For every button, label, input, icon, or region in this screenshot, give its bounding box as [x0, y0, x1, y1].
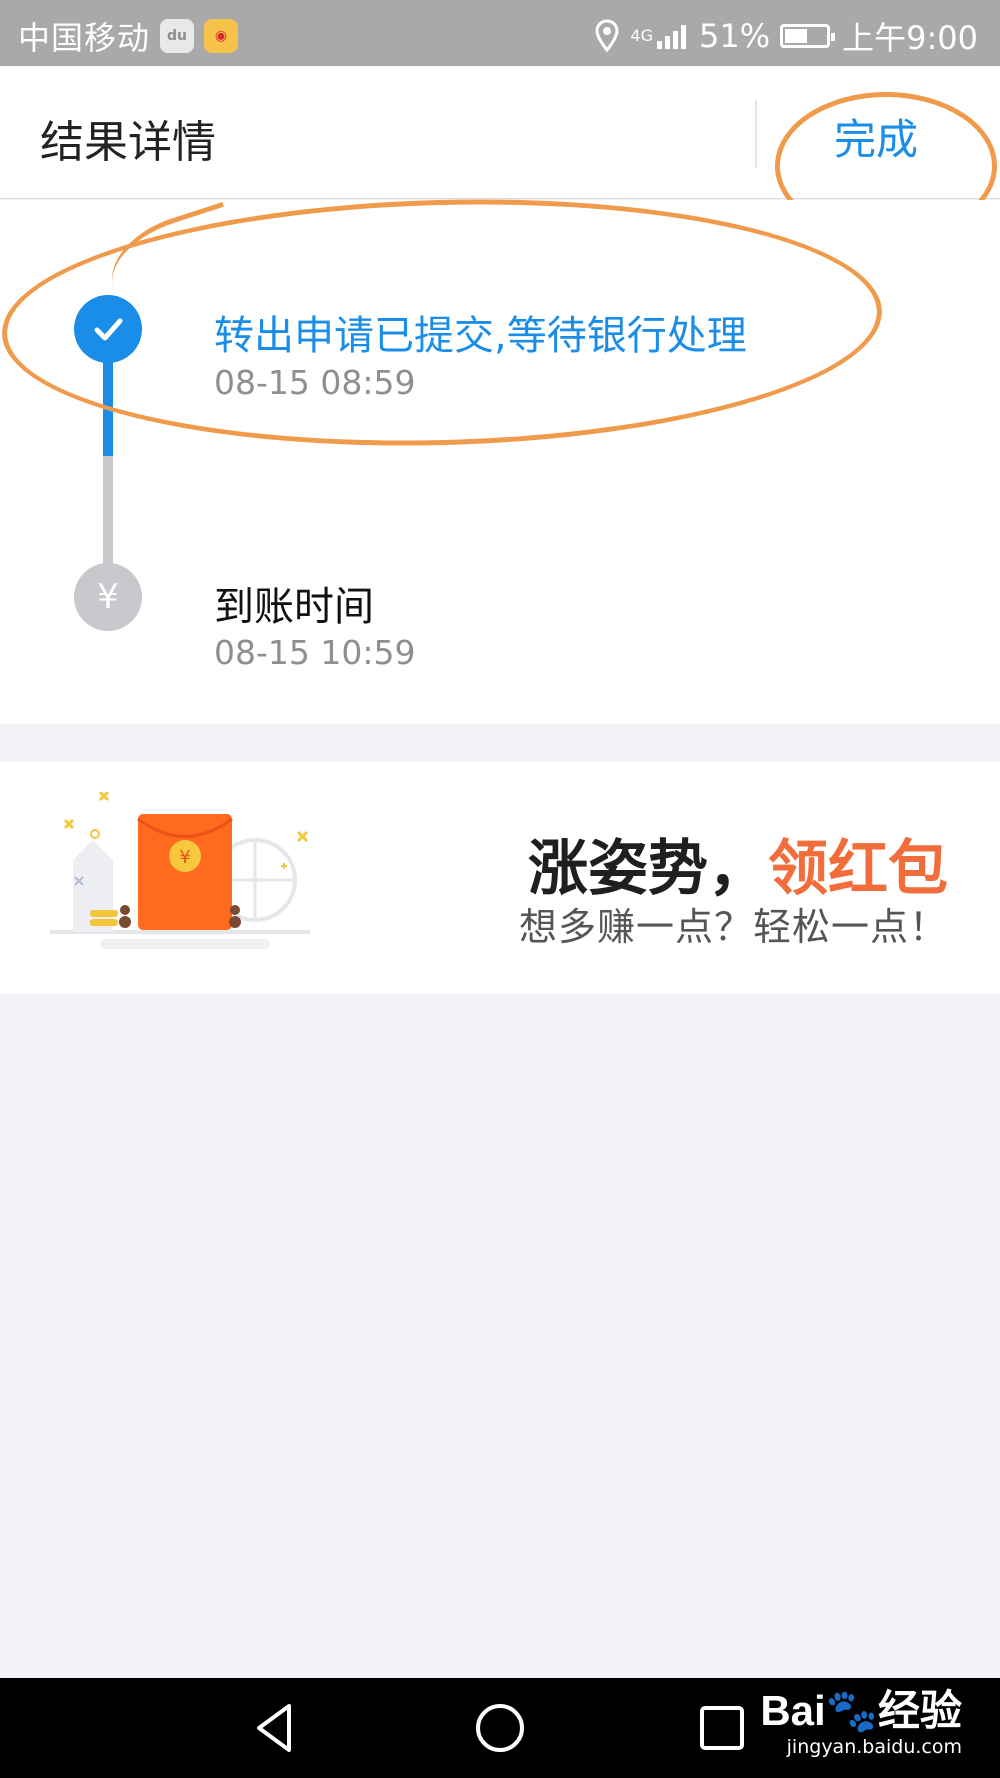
recent-apps-icon[interactable]: [690, 1696, 754, 1760]
timeline-line-pending: [103, 456, 113, 564]
step-time-submitted: 08-15 08:59: [214, 363, 416, 402]
step-title-arrival: 到账时间: [214, 584, 374, 630]
status-left: 中国移动 du ◉: [18, 13, 239, 59]
yen-icon: ¥: [74, 563, 142, 631]
du-app-icon: du: [160, 19, 195, 53]
red-packet-illustration: ¥: [50, 792, 310, 949]
promo-headline: 涨姿势，领红包: [528, 820, 948, 907]
battery-icon: [780, 24, 836, 48]
step-time-arrival: 08-15 10:59: [214, 633, 416, 672]
promo-subtext: 想多赚一点？轻松一点！: [518, 905, 948, 949]
location-icon: [595, 19, 619, 53]
watermark-logo: Bai🐾经验: [760, 1687, 962, 1734]
network-label: 4G: [630, 26, 653, 45]
header: 结果详情 完成: [0, 66, 1000, 199]
promo-banner[interactable]: ¥ 涨姿势，领红包 想多赚一点？轻松一点！: [0, 762, 1000, 994]
status-bar: 中国移动 du ◉ 4G 51% 上午9:00: [0, 0, 1000, 66]
header-divider: [755, 100, 757, 168]
status-time: 上午9:00: [842, 19, 978, 57]
svg-text:¥: ¥: [179, 847, 190, 868]
navigation-bar: Bai🐾经验 jingyan.baidu.com: [0, 1678, 1000, 1778]
promo-headline-text: 涨姿势，: [528, 834, 768, 904]
battery-percent: 51%: [699, 17, 771, 55]
check-icon: [74, 295, 142, 363]
page-title: 结果详情: [40, 117, 216, 168]
promo-headline-highlight: 领红包: [768, 834, 948, 904]
done-button[interactable]: 完成: [834, 106, 918, 167]
back-icon[interactable]: [245, 1696, 309, 1760]
home-icon[interactable]: [468, 1696, 532, 1760]
carrier-name: 中国移动: [18, 19, 151, 57]
signal-icon: [657, 25, 686, 49]
weibo-icon: ◉: [204, 19, 239, 53]
watermark-url: jingyan.baidu.com: [786, 1736, 962, 1758]
baidu-jingyan-watermark: Bai🐾经验 jingyan.baidu.com: [760, 1690, 962, 1757]
timeline-card: 转出申请已提交,等待银行处理 08-15 08:59 ¥ 到账时间 08-15 …: [0, 200, 1000, 724]
status-right: 4G 51% 上午9:00: [594, 13, 978, 59]
step-title-submitted: 转出申请已提交,等待银行处理: [214, 313, 747, 359]
